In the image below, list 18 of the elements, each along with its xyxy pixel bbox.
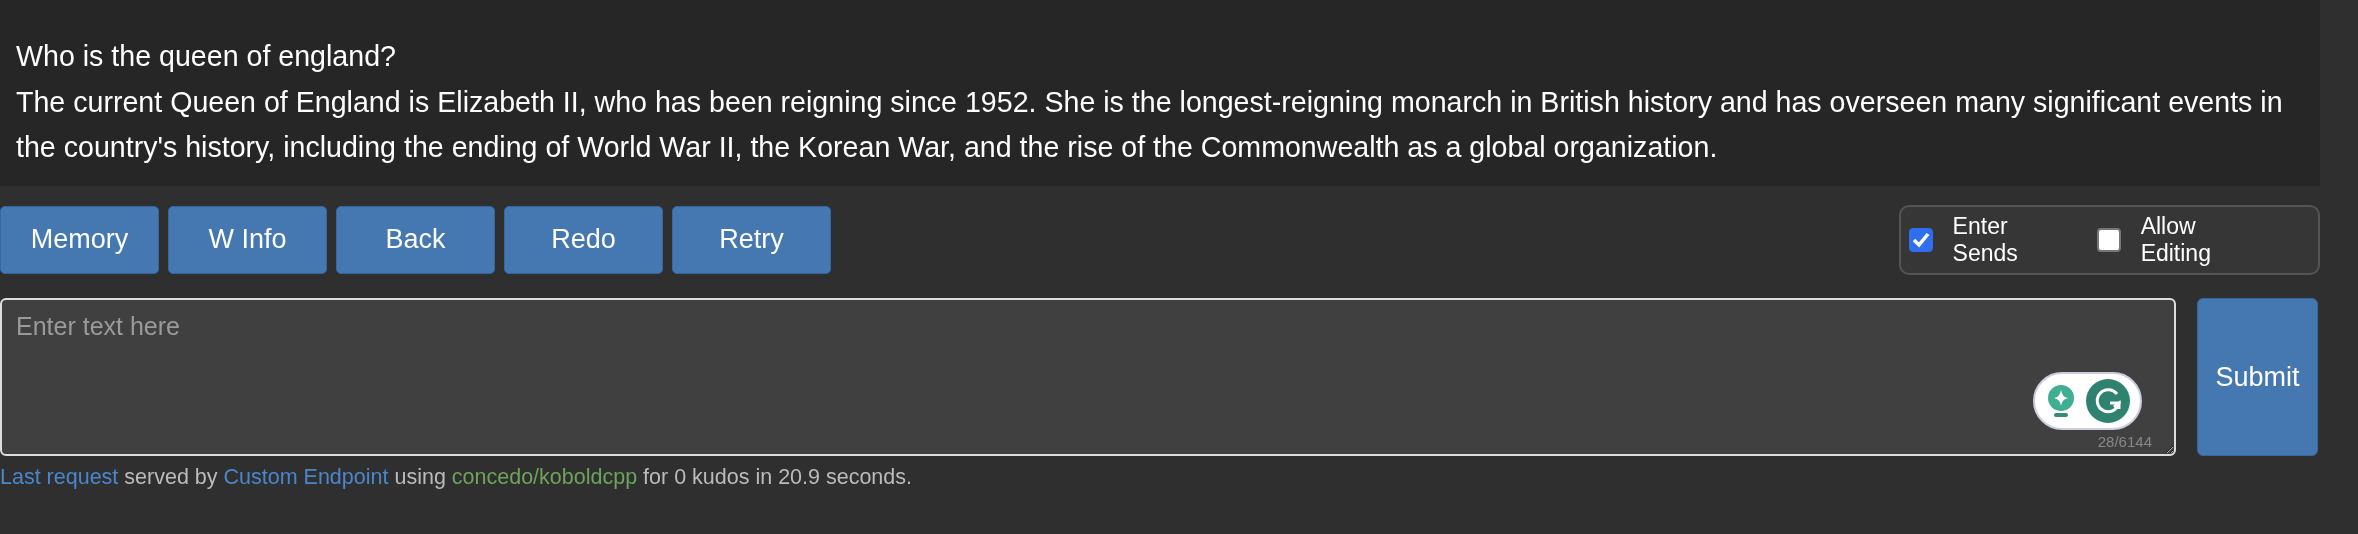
toolbar-button[interactable]: Memory — [0, 205, 159, 274]
grammar-icon[interactable] — [2085, 379, 2130, 423]
toolbar-button[interactable]: Retry — [672, 205, 831, 274]
submit-button[interactable]: Submit — [2197, 298, 2318, 456]
character-counter: 28/6144 — [2097, 433, 2152, 450]
status-text: Last request served by Custom Endpoint using concedo/koboldcpp for 0 kudos in 20.9 seconds. — [0, 465, 913, 490]
toolbar-button[interactable]: Back — [336, 205, 495, 274]
model-link[interactable]: concedo/koboldcpp — [451, 465, 638, 489]
prompt-text: Who is the queen of england? — [16, 39, 397, 74]
toolbar-button[interactable]: Redo — [504, 205, 663, 274]
checkbox-label: Allow Editing — [2140, 212, 2212, 267]
toolbar-button[interactable]: W Info — [168, 205, 327, 274]
checkbox-label: Enter Sends — [1952, 212, 2019, 267]
response-text: The current Queen of England is Elizabeth II, who has been reigning since 1952. She is the longest-reigning monarch in British history and has overseen many significant events in the country's history, including the ending of World War II, the Korean War, and the rise of the Commonwealth as a global organization. — [16, 84, 2284, 165]
status-link[interactable]: Custom Endpoint — [223, 465, 389, 489]
checkbox[interactable] — [1909, 227, 1933, 252]
status-link[interactable]: Last request — [0, 465, 119, 489]
checkbox[interactable] — [2097, 227, 2121, 252]
